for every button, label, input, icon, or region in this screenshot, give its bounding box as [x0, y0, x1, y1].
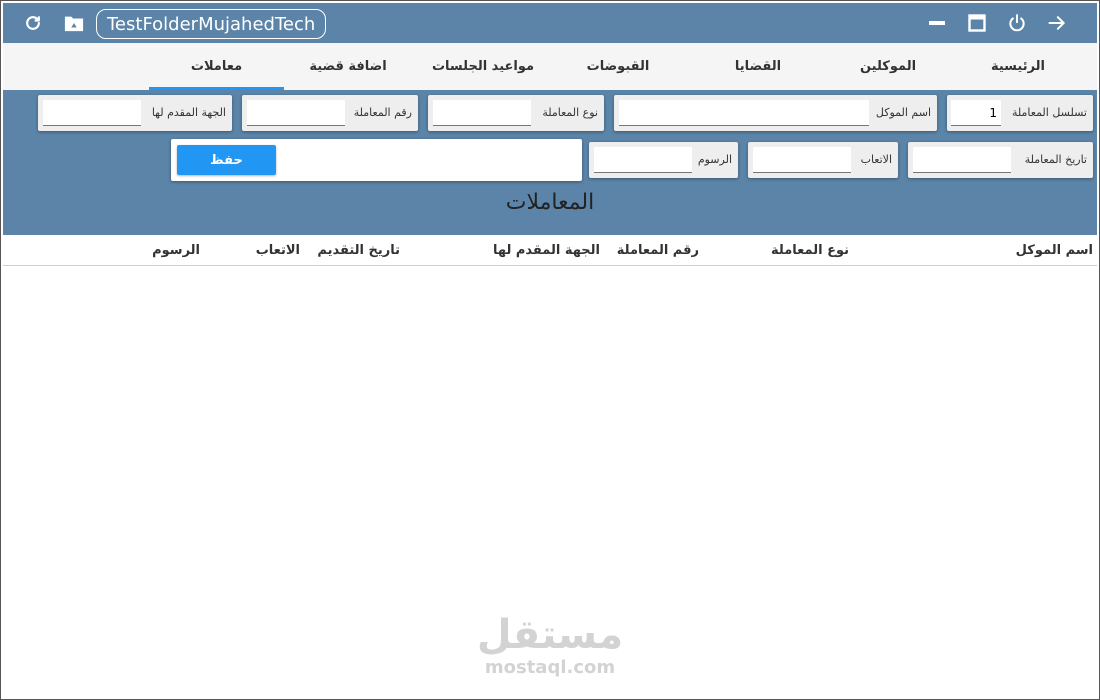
column-fees[interactable]: الرسوم	[152, 236, 200, 266]
tab-cases[interactable]: القضايا	[693, 43, 823, 90]
watermark: مستقل mostaql.com	[440, 612, 660, 678]
transaction-type-field: نوع المعاملة	[428, 95, 604, 131]
tab-bar: الرئيسية الموكلين القضايا القبوضات مواعي…	[3, 43, 1097, 90]
transaction-number-label: رقم المعاملة	[353, 106, 412, 119]
minimize-icon[interactable]	[923, 3, 951, 43]
fees-field: الرسوم	[589, 142, 738, 178]
tab-home[interactable]: الرئيسية	[963, 43, 1073, 90]
sequence-field: تسلسل المعاملة	[947, 95, 1093, 131]
transaction-date-field: تاريخ المعاملة	[908, 142, 1093, 178]
transaction-form-panel: تسلسل المعاملة اسم الموكل نوع المعاملة ر…	[3, 90, 1097, 235]
transactions-table-body	[3, 266, 1097, 606]
refresh-icon[interactable]	[19, 3, 47, 43]
watermark-logo: مستقل	[476, 612, 624, 658]
maximize-icon[interactable]	[963, 3, 991, 43]
column-transaction-number[interactable]: رقم المعاملة	[617, 236, 699, 266]
folder-drive-icon[interactable]	[59, 3, 89, 43]
column-client-name[interactable]: اسم الموكل	[1016, 236, 1093, 266]
transaction-type-input[interactable]	[433, 100, 531, 126]
tab-clients[interactable]: الموكلين	[823, 43, 953, 90]
save-button[interactable]: حفظ	[177, 145, 276, 175]
transactions-table-header: اسم الموكل نوع المعاملة رقم المعاملة الج…	[3, 236, 1097, 266]
tab-session-dates[interactable]: مواعيد الجلسات	[413, 43, 553, 90]
transaction-date-label: تاريخ المعاملة	[1024, 153, 1087, 166]
title-bar: TestFolderMujahedTech	[3, 3, 1097, 43]
fees-input[interactable]	[594, 147, 692, 173]
lawyer-fees-field: الاتعاب	[748, 142, 898, 178]
transaction-type-label: نوع المعاملة	[542, 106, 598, 119]
column-submitted-to[interactable]: الجهة المقدم لها	[493, 236, 600, 266]
tab-receipts[interactable]: القبوضات	[553, 43, 683, 90]
power-icon[interactable]	[1003, 3, 1031, 43]
column-submission-date[interactable]: تاريخ التقديم	[317, 236, 400, 266]
client-name-label: اسم الموكل	[875, 106, 931, 119]
tab-transactions[interactable]: معاملات	[149, 43, 284, 90]
submitted-to-input[interactable]	[43, 100, 141, 126]
sequence-input[interactable]	[951, 100, 1001, 126]
column-transaction-type[interactable]: نوع المعاملة	[771, 236, 849, 266]
arrow-right-icon[interactable]	[1043, 3, 1071, 43]
column-lawyer-fees[interactable]: الاتعاب	[256, 236, 300, 266]
submitted-to-field: الجهة المقدم لها	[38, 95, 232, 131]
tab-add-case[interactable]: اضافة قضية	[288, 43, 408, 90]
transaction-number-field: رقم المعاملة	[242, 95, 418, 131]
client-name-input[interactable]	[619, 100, 869, 126]
client-name-field: اسم الموكل	[614, 95, 937, 131]
section-title: المعاملات	[505, 190, 595, 215]
submitted-to-label: الجهة المقدم لها	[151, 106, 226, 119]
watermark-url: mostaql.com	[484, 657, 616, 678]
lawyer-fees-input[interactable]	[753, 147, 851, 173]
app-title[interactable]: TestFolderMujahedTech	[96, 9, 327, 39]
transaction-date-input[interactable]	[913, 147, 1011, 173]
fees-label: الرسوم	[697, 153, 732, 166]
lawyer-fees-label: الاتعاب	[860, 153, 892, 166]
sequence-label: تسلسل المعاملة	[1011, 106, 1087, 119]
transaction-number-input[interactable]	[247, 100, 345, 126]
notes-area[interactable]: حفظ	[171, 139, 582, 181]
